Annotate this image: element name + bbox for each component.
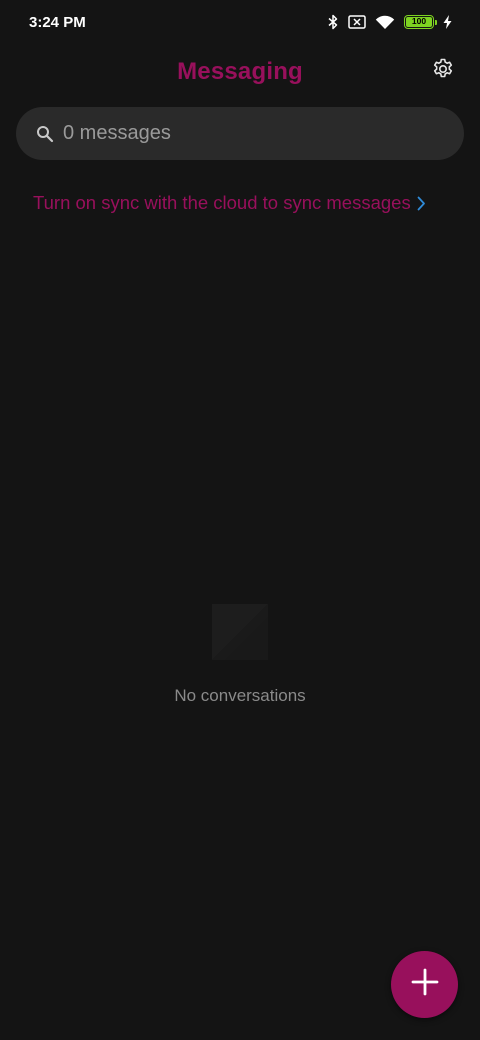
search-input[interactable]	[63, 122, 423, 145]
empty-conversation-icon	[211, 603, 269, 661]
settings-button[interactable]	[430, 58, 456, 84]
new-conversation-button[interactable]	[391, 951, 458, 1018]
status-bar: 3:24 PM 100	[0, 0, 480, 44]
status-time: 3:24 PM	[29, 13, 86, 31]
battery-icon: 100	[404, 15, 437, 29]
status-icons: 100	[327, 14, 452, 30]
plus-icon	[411, 968, 439, 1001]
page-title: Messaging	[177, 58, 303, 85]
sync-cloud-link[interactable]: Turn on sync with the cloud to sync mess…	[33, 192, 426, 214]
messaging-screen: 3:24 PM 100 Messaging 0 messages Turn on…	[0, 0, 480, 1040]
gear-icon	[431, 57, 455, 86]
search-icon	[36, 125, 54, 143]
search-bar[interactable]	[16, 107, 464, 160]
sync-cloud-label: Turn on sync with the cloud to sync mess…	[33, 192, 411, 213]
no-sim-icon	[348, 15, 366, 29]
wifi-icon	[375, 15, 395, 30]
chevron-right-icon	[417, 196, 426, 211]
empty-state-message: No conversations	[174, 686, 306, 705]
bluetooth-icon	[327, 14, 339, 30]
charging-icon	[443, 15, 452, 29]
battery-level: 100	[406, 17, 432, 27]
